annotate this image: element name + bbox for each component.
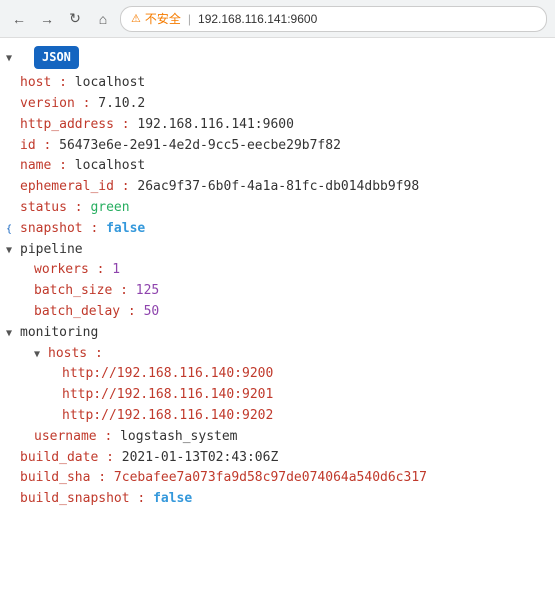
- pipeline-label: pipeline: [20, 240, 83, 261]
- id-row: id : 56473e6e-2e91-4e2d-9cc5-eecbe29b7f8…: [6, 136, 549, 157]
- build-snapshot-key: build_snapshot :: [20, 489, 145, 510]
- pipeline-row: ▼ pipeline: [6, 240, 549, 261]
- address-bar[interactable]: ⚠ 不安全 | 192.168.116.141:9600: [120, 6, 547, 32]
- monitoring-expand[interactable]: ▼: [6, 326, 20, 342]
- pipeline-expand[interactable]: ▼: [6, 243, 20, 259]
- ephemeral-id-row: ephemeral_id : 26ac9f37-6b0f-4a1a-81fc-d…: [6, 177, 549, 198]
- version-value: 7.10.2: [98, 94, 145, 115]
- batch-size-value: 125: [136, 281, 159, 302]
- status-value: green: [90, 198, 129, 219]
- json-viewer: ▼ JSON host : localhost version : 7.10.2…: [0, 38, 555, 518]
- forward-button[interactable]: →: [36, 8, 58, 30]
- build-sha-value: 7cebafee7a073fa9d58c97de074064a540d6c317: [114, 468, 427, 489]
- name-key: name :: [20, 156, 67, 177]
- build-sha-key: build_sha :: [20, 468, 106, 489]
- version-key: version :: [20, 94, 90, 115]
- workers-key: workers :: [34, 260, 104, 281]
- home-button[interactable]: ⌂: [92, 8, 114, 30]
- batch-size-key: batch_size :: [34, 281, 128, 302]
- batch-delay-key: batch_delay :: [34, 302, 136, 323]
- name-value: localhost: [75, 156, 145, 177]
- ephemeral-id-value: 26ac9f37-6b0f-4a1a-81fc-db014dbb9f98: [137, 177, 419, 198]
- batch-delay-value: 50: [144, 302, 160, 323]
- build-date-key: build_date :: [20, 448, 114, 469]
- status-row: status : green: [6, 198, 549, 219]
- monitoring-row: ▼ monitoring: [6, 323, 549, 344]
- root-expand-icon[interactable]: ▼: [6, 51, 20, 67]
- version-row: version : 7.10.2: [6, 94, 549, 115]
- host1-value: http://192.168.116.140:9200: [62, 364, 273, 385]
- username-key: username :: [34, 427, 112, 448]
- name-row: name : localhost: [6, 156, 549, 177]
- refresh-button[interactable]: ↻: [64, 8, 86, 30]
- host1-row: http://192.168.116.140:9200: [6, 364, 549, 385]
- host-row: host : localhost: [6, 73, 549, 94]
- host-key: host :: [20, 73, 67, 94]
- ephemeral-id-key: ephemeral_id :: [20, 177, 130, 198]
- batch-size-row: batch_size : 125: [6, 281, 549, 302]
- back-button[interactable]: ←: [8, 8, 30, 30]
- username-value: logstash_system: [120, 427, 237, 448]
- build-snapshot-value: false: [153, 489, 192, 510]
- host3-value: http://192.168.116.140:9202: [62, 406, 273, 427]
- security-label: 不安全: [145, 10, 181, 27]
- status-key: status :: [20, 198, 83, 219]
- monitoring-label: monitoring: [20, 323, 98, 344]
- http-address-value: 192.168.116.141:9600: [137, 115, 294, 136]
- id-key: id :: [20, 136, 51, 157]
- browser-toolbar: ← → ↻ ⌂ ⚠ 不安全 | 192.168.116.141:9600: [0, 0, 555, 38]
- json-badge: JSON: [34, 46, 79, 69]
- batch-delay-row: batch_delay : 50: [6, 302, 549, 323]
- workers-value: 1: [112, 260, 120, 281]
- hosts-expand[interactable]: ▼: [34, 347, 48, 363]
- host-value: localhost: [75, 73, 145, 94]
- build-date-row: build_date : 2021-01-13T02:43:06Z: [6, 448, 549, 469]
- host3-row: http://192.168.116.140:9202: [6, 406, 549, 427]
- hosts-row: ▼ hosts :: [6, 344, 549, 365]
- id-value: 56473e6e-2e91-4e2d-9cc5-eecbe29b7f82: [59, 136, 341, 157]
- snapshot-icon: {: [6, 222, 20, 238]
- host2-value: http://192.168.116.140:9201: [62, 385, 273, 406]
- build-sha-row: build_sha : 7cebafee7a073fa9d58c97de0740…: [6, 468, 549, 489]
- url-display: 192.168.116.141:9600: [198, 12, 317, 26]
- snapshot-row: { snapshot : false: [6, 219, 549, 240]
- json-badge-row: ▼ JSON: [6, 46, 549, 73]
- security-icon: ⚠: [131, 12, 141, 25]
- build-snapshot-row: build_snapshot : false: [6, 489, 549, 510]
- build-date-value: 2021-01-13T02:43:06Z: [122, 448, 279, 469]
- http-address-row: http_address : 192.168.116.141:9600: [6, 115, 549, 136]
- snapshot-key: snapshot :: [20, 219, 98, 240]
- username-row: username : logstash_system: [6, 427, 549, 448]
- http-address-key: http_address :: [20, 115, 130, 136]
- host2-row: http://192.168.116.140:9201: [6, 385, 549, 406]
- snapshot-value: false: [106, 219, 145, 240]
- workers-row: workers : 1: [6, 260, 549, 281]
- hosts-key: hosts :: [48, 344, 103, 365]
